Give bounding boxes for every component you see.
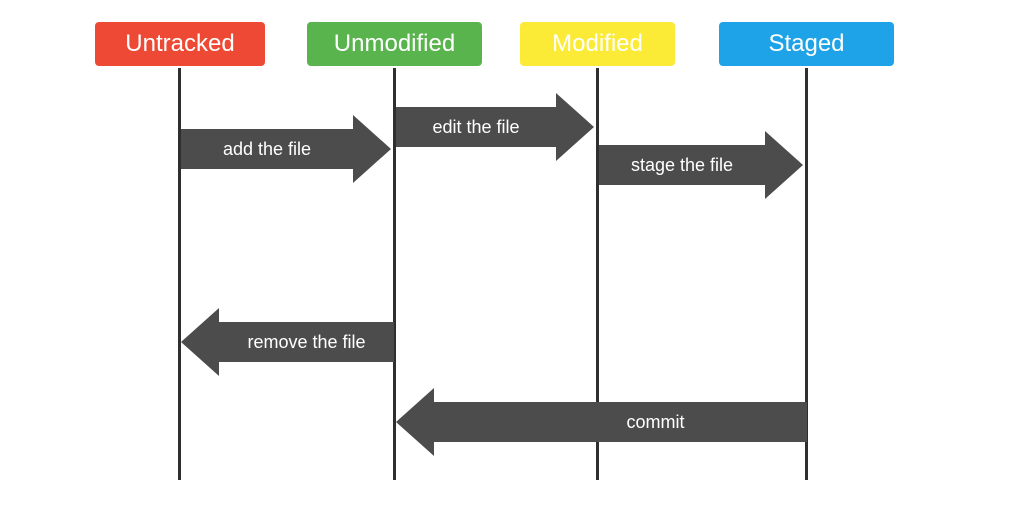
arrow-label: edit the file [432, 117, 519, 138]
arrow-edit-the-file: edit the file [396, 107, 556, 147]
state-modified: Modified [520, 22, 675, 66]
arrow-label: add the file [223, 139, 311, 160]
git-file-lifecycle-diagram: Untracked Unmodified Modified Staged add… [0, 0, 1024, 512]
state-staged: Staged [719, 22, 894, 66]
arrow-label: commit [627, 412, 685, 433]
arrow-add-the-file: add the file [181, 129, 353, 169]
arrow-label: remove the file [247, 332, 365, 353]
arrow-commit: commit [434, 402, 807, 442]
arrow-stage-the-file: stage the file [599, 145, 765, 185]
state-untracked: Untracked [95, 22, 265, 66]
arrow-remove-the-file: remove the file [219, 322, 394, 362]
state-unmodified: Unmodified [307, 22, 482, 66]
arrow-label: stage the file [631, 155, 733, 176]
